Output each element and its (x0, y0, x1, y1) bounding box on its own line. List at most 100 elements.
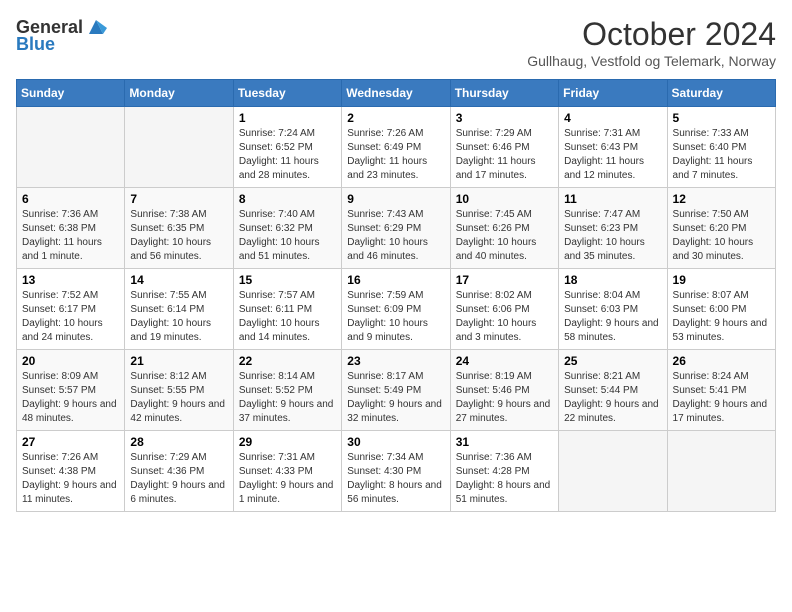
day-number: 13 (22, 273, 119, 287)
day-info: Sunrise: 7:47 AMSunset: 6:23 PMDaylight:… (564, 208, 661, 264)
day-number: 23 (347, 354, 444, 368)
day-info: Sunrise: 8:19 AMSunset: 5:46 PMDaylight:… (456, 370, 553, 426)
day-number: 10 (456, 192, 553, 206)
day-info: Sunrise: 7:29 AMSunset: 4:36 PMDaylight:… (130, 451, 227, 507)
day-number: 9 (347, 192, 444, 206)
day-number: 24 (456, 354, 553, 368)
day-number: 6 (22, 192, 119, 206)
calendar-cell (17, 107, 125, 188)
day-info: Sunrise: 8:24 AMSunset: 5:41 PMDaylight:… (673, 370, 770, 426)
calendar-table: SundayMondayTuesdayWednesdayThursdayFrid… (16, 79, 776, 512)
day-info: Sunrise: 7:26 AMSunset: 4:38 PMDaylight:… (22, 451, 119, 507)
calendar-cell: 13 Sunrise: 7:52 AMSunset: 6:17 PMDayligh… (17, 269, 125, 350)
calendar-cell: 20Sunrise: 8:09 AMSunset: 5:57 PMDayligh… (17, 350, 125, 431)
day-number: 3 (456, 111, 553, 125)
day-of-week-header: Saturday (667, 80, 775, 107)
calendar-cell: 25Sunrise: 8:21 AMSunset: 5:44 PMDayligh… (559, 350, 667, 431)
day-of-week-header: Sunday (17, 80, 125, 107)
day-number: 8 (239, 192, 336, 206)
day-info: Sunrise: 7:31 AMSunset: 4:33 PMDaylight:… (239, 451, 336, 507)
day-number: 16 (347, 273, 444, 287)
calendar-cell: 10 Sunrise: 7:45 AMSunset: 6:26 PMDayligh… (450, 188, 558, 269)
day-number: 22 (239, 354, 336, 368)
day-number: 28 (130, 435, 227, 449)
calendar-cell: 30Sunrise: 7:34 AMSunset: 4:30 PMDayligh… (342, 431, 450, 512)
day-info: Sunrise: 7:36 AMSunset: 6:38 PMDaylight:… (22, 208, 119, 264)
calendar-cell: 28 Sunrise: 7:29 AMSunset: 4:36 PMDayligh… (125, 431, 233, 512)
day-number: 1 (239, 111, 336, 125)
day-number: 5 (673, 111, 770, 125)
day-number: 26 (673, 354, 770, 368)
day-of-week-header: Monday (125, 80, 233, 107)
day-number: 21 (130, 354, 227, 368)
day-number: 27 (22, 435, 119, 449)
day-info: Sunrise: 7:43 AMSunset: 6:29 PMDaylight:… (347, 208, 444, 264)
day-info: Sunrise: 8:02 AMSunset: 6:06 PMDaylight:… (456, 289, 553, 345)
calendar-cell: 26 Sunrise: 8:24 AMSunset: 5:41 PMDayligh… (667, 350, 775, 431)
page-header: General Blue October 2024 Gullhaug, Vest… (16, 16, 776, 69)
day-info: Sunrise: 8:21 AMSunset: 5:44 PMDaylight:… (564, 370, 661, 426)
location-title: Gullhaug, Vestfold og Telemark, Norway (527, 53, 776, 69)
calendar-cell: 12 Sunrise: 7:50 AMSunset: 6:20 PMDayligh… (667, 188, 775, 269)
day-number: 4 (564, 111, 661, 125)
day-of-week-header: Thursday (450, 80, 558, 107)
day-info: Sunrise: 8:04 AMSunset: 6:03 PMDaylight:… (564, 289, 661, 345)
day-info: Sunrise: 7:29 AMSunset: 6:46 PMDaylight:… (456, 127, 553, 183)
day-number: 14 (130, 273, 227, 287)
day-info: Sunrise: 7:38 AMSunset: 6:35 PMDaylight:… (130, 208, 227, 264)
calendar-cell: 3 Sunrise: 7:29 AMSunset: 6:46 PMDaylight… (450, 107, 558, 188)
day-number: 11 (564, 192, 661, 206)
day-info: Sunrise: 8:12 AMSunset: 5:55 PMDaylight:… (130, 370, 227, 426)
calendar-header-row: SundayMondayTuesdayWednesdayThursdayFrid… (17, 80, 776, 107)
calendar-week-row: 13 Sunrise: 7:52 AMSunset: 6:17 PMDayligh… (17, 269, 776, 350)
calendar-cell: 16Sunrise: 7:59 AMSunset: 6:09 PMDayligh… (342, 269, 450, 350)
day-number: 29 (239, 435, 336, 449)
day-info: Sunrise: 7:52 AMSunset: 6:17 PMDaylight:… (22, 289, 119, 345)
calendar-cell: 22 Sunrise: 8:14 AMSunset: 5:52 PMDayligh… (233, 350, 341, 431)
day-number: 2 (347, 111, 444, 125)
day-info: Sunrise: 7:50 AMSunset: 6:20 PMDaylight:… (673, 208, 770, 264)
day-info: Sunrise: 7:45 AMSunset: 6:26 PMDaylight:… (456, 208, 553, 264)
day-info: Sunrise: 7:24 AMSunset: 6:52 PMDaylight:… (239, 127, 336, 183)
day-info: Sunrise: 7:57 AMSunset: 6:11 PMDaylight:… (239, 289, 336, 345)
calendar-cell: 8 Sunrise: 7:40 AMSunset: 6:32 PMDaylight… (233, 188, 341, 269)
calendar-cell: 15 Sunrise: 7:57 AMSunset: 6:11 PMDayligh… (233, 269, 341, 350)
calendar-week-row: 6 Sunrise: 7:36 AMSunset: 6:38 PMDaylight… (17, 188, 776, 269)
calendar-cell: 6 Sunrise: 7:36 AMSunset: 6:38 PMDaylight… (17, 188, 125, 269)
calendar-cell: 7 Sunrise: 7:38 AMSunset: 6:35 PMDaylight… (125, 188, 233, 269)
calendar-cell: 29 Sunrise: 7:31 AMSunset: 4:33 PMDayligh… (233, 431, 341, 512)
day-info: Sunrise: 7:26 AMSunset: 6:49 PMDaylight:… (347, 127, 444, 183)
calendar-cell: 5 Sunrise: 7:33 AMSunset: 6:40 PMDaylight… (667, 107, 775, 188)
calendar-cell: 4 Sunrise: 7:31 AMSunset: 6:43 PMDaylight… (559, 107, 667, 188)
day-number: 15 (239, 273, 336, 287)
calendar-week-row: 20Sunrise: 8:09 AMSunset: 5:57 PMDayligh… (17, 350, 776, 431)
day-info: Sunrise: 7:31 AMSunset: 6:43 PMDaylight:… (564, 127, 661, 183)
day-info: Sunrise: 7:33 AMSunset: 6:40 PMDaylight:… (673, 127, 770, 183)
calendar-cell: 19Sunrise: 8:07 AMSunset: 6:00 PMDayligh… (667, 269, 775, 350)
day-info: Sunrise: 7:55 AMSunset: 6:14 PMDaylight:… (130, 289, 227, 345)
title-section: October 2024 Gullhaug, Vestfold og Telem… (527, 16, 776, 69)
month-title: October 2024 (527, 16, 776, 53)
day-number: 20 (22, 354, 119, 368)
day-of-week-header: Wednesday (342, 80, 450, 107)
logo-blue-text: Blue (16, 34, 55, 55)
calendar-cell (559, 431, 667, 512)
day-number: 12 (673, 192, 770, 206)
day-info: Sunrise: 7:34 AMSunset: 4:30 PMDaylight:… (347, 451, 444, 507)
day-number: 31 (456, 435, 553, 449)
day-info: Sunrise: 8:17 AMSunset: 5:49 PMDaylight:… (347, 370, 444, 426)
day-info: Sunrise: 7:36 AMSunset: 4:28 PMDaylight:… (456, 451, 553, 507)
day-number: 17 (456, 273, 553, 287)
day-info: Sunrise: 8:07 AMSunset: 6:00 PMDaylight:… (673, 289, 770, 345)
day-info: Sunrise: 7:40 AMSunset: 6:32 PMDaylight:… (239, 208, 336, 264)
day-of-week-header: Friday (559, 80, 667, 107)
calendar-cell: 31 Sunrise: 7:36 AMSunset: 4:28 PMDayligh… (450, 431, 558, 512)
day-info: Sunrise: 8:14 AMSunset: 5:52 PMDaylight:… (239, 370, 336, 426)
logo: General Blue (16, 16, 107, 55)
day-number: 7 (130, 192, 227, 206)
calendar-cell: 11 Sunrise: 7:47 AMSunset: 6:23 PMDayligh… (559, 188, 667, 269)
day-of-week-header: Tuesday (233, 80, 341, 107)
day-number: 18 (564, 273, 661, 287)
logo-icon (85, 16, 107, 38)
calendar-cell: 24 Sunrise: 8:19 AMSunset: 5:46 PMDayligh… (450, 350, 558, 431)
